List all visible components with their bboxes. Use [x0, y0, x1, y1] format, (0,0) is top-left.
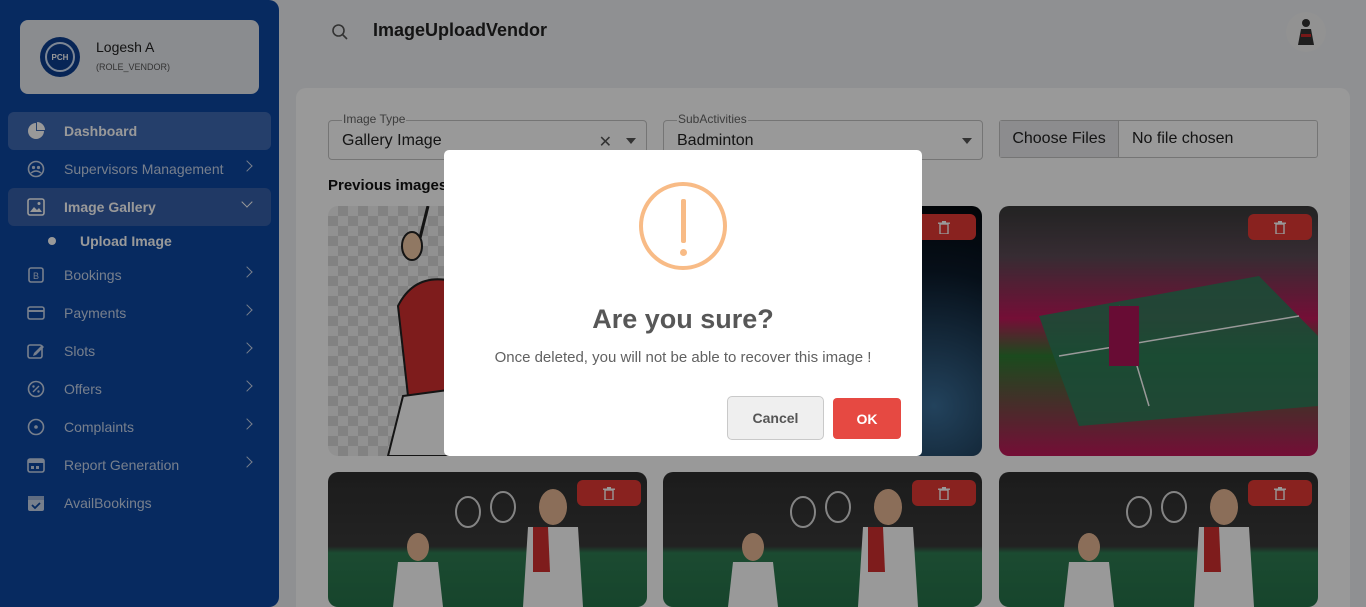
- confirm-dialog: Are you sure? Once deleted, you will not…: [444, 150, 922, 456]
- warning-dot: [680, 249, 687, 256]
- dialog-title: Are you sure?: [592, 304, 774, 334]
- cancel-button[interactable]: Cancel: [727, 396, 824, 440]
- ok-button[interactable]: OK: [833, 398, 901, 439]
- dialog-text: Once deleted, you will not be able to re…: [494, 349, 872, 366]
- warning-bar: [681, 199, 686, 243]
- warning-icon: [639, 182, 727, 270]
